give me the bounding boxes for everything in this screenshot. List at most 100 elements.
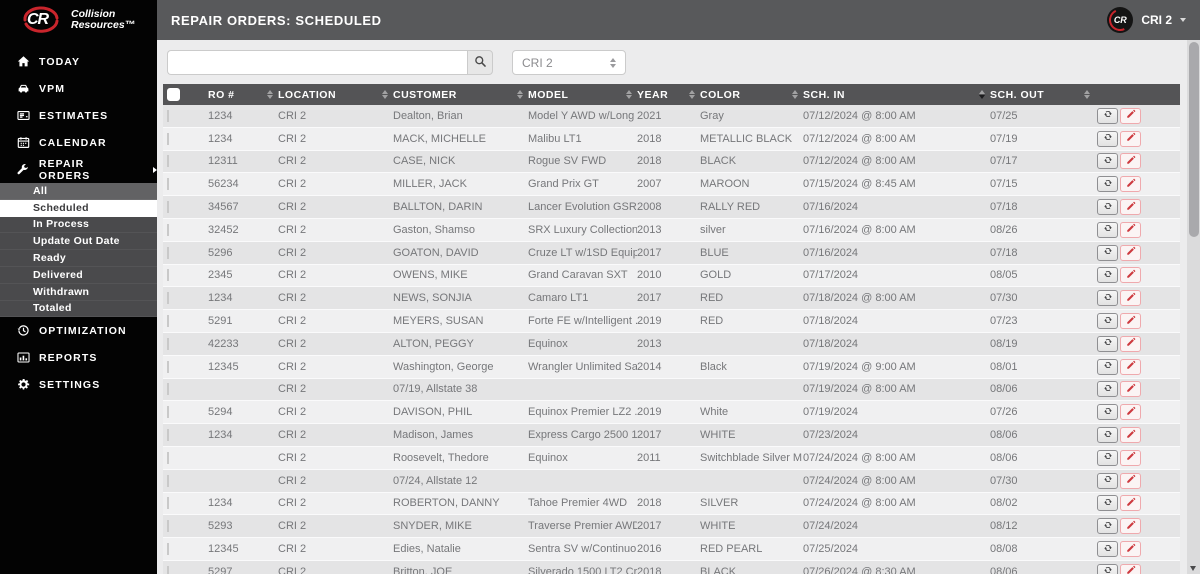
refresh-button[interactable] [1097, 176, 1118, 193]
edit-button[interactable] [1120, 449, 1141, 466]
column-header-customer[interactable]: CUSTOMER [393, 84, 528, 105]
sidebar-subitem-withdrawn[interactable]: Withdrawn [0, 284, 157, 301]
sort-icon[interactable] [792, 90, 798, 99]
column-header-year[interactable]: YEAR [637, 84, 700, 105]
scroll-down-icon[interactable] [1190, 566, 1196, 571]
row-checkbox[interactable] [167, 337, 169, 350]
search-button[interactable] [467, 50, 493, 75]
refresh-button[interactable] [1097, 107, 1118, 124]
sidebar-subitem-all[interactable]: All [0, 183, 157, 200]
row-checkbox[interactable] [167, 132, 169, 145]
row-checkbox[interactable] [167, 246, 169, 259]
avatar[interactable]: CR [1107, 7, 1134, 33]
edit-button[interactable] [1120, 404, 1141, 421]
sort-icon[interactable] [517, 90, 523, 99]
sort-icon[interactable] [626, 90, 632, 99]
edit-button[interactable] [1120, 130, 1141, 147]
sidebar-subitem-totaled[interactable]: Totaled [0, 301, 157, 318]
scrollbar-thumb[interactable] [1188, 42, 1199, 237]
row-checkbox[interactable] [167, 178, 169, 191]
edit-button[interactable] [1120, 199, 1141, 216]
row-checkbox[interactable] [167, 360, 169, 373]
refresh-button[interactable] [1097, 199, 1118, 216]
refresh-button[interactable] [1097, 495, 1118, 512]
refresh-button[interactable] [1097, 427, 1118, 444]
refresh-button[interactable] [1097, 358, 1118, 375]
column-header-location[interactable]: LOCATION [278, 84, 393, 105]
edit-button[interactable] [1120, 244, 1141, 261]
search-input[interactable] [167, 50, 467, 75]
sidebar-subitem-ready[interactable]: Ready [0, 250, 157, 267]
row-checkbox[interactable] [167, 451, 169, 464]
edit-button[interactable] [1120, 563, 1141, 574]
refresh-button[interactable] [1097, 563, 1118, 574]
row-checkbox[interactable] [167, 383, 169, 396]
edit-button[interactable] [1120, 176, 1141, 193]
sidebar-item-settings[interactable]: SETTINGS [0, 371, 157, 398]
edit-button[interactable] [1120, 358, 1141, 375]
refresh-button[interactable] [1097, 267, 1118, 284]
sidebar-subitem-scheduled[interactable]: Scheduled [0, 199, 157, 217]
sidebar-item-repair-orders[interactable]: REPAIR ORDERS [0, 156, 157, 183]
row-checkbox[interactable] [167, 406, 169, 419]
row-checkbox[interactable] [167, 315, 169, 328]
row-checkbox[interactable] [167, 474, 169, 487]
edit-button[interactable] [1120, 472, 1141, 489]
sort-icon[interactable] [979, 90, 985, 99]
edit-button[interactable] [1120, 381, 1141, 398]
sidebar-item-today[interactable]: TODAY [0, 48, 157, 75]
edit-button[interactable] [1120, 495, 1141, 512]
row-checkbox[interactable] [167, 269, 169, 282]
column-header-model[interactable]: MODEL [528, 84, 637, 105]
row-checkbox[interactable] [167, 543, 169, 556]
edit-button[interactable] [1120, 290, 1141, 307]
edit-button[interactable] [1120, 221, 1141, 238]
row-checkbox[interactable] [167, 109, 169, 122]
sort-icon[interactable] [267, 90, 273, 99]
sidebar-item-reports[interactable]: REPORTS [0, 344, 157, 371]
edit-button[interactable] [1120, 335, 1141, 352]
refresh-button[interactable] [1097, 290, 1118, 307]
row-checkbox[interactable] [167, 565, 169, 574]
column-header-sch_in[interactable]: SCH. IN [803, 84, 990, 105]
edit-button[interactable] [1120, 107, 1141, 124]
vertical-scrollbar[interactable] [1187, 40, 1200, 574]
edit-button[interactable] [1120, 313, 1141, 330]
refresh-button[interactable] [1097, 130, 1118, 147]
refresh-button[interactable] [1097, 244, 1118, 261]
row-checkbox[interactable] [167, 223, 169, 236]
row-checkbox[interactable] [167, 155, 169, 168]
sort-icon[interactable] [1084, 90, 1090, 99]
row-checkbox[interactable] [167, 429, 169, 442]
sort-icon[interactable] [382, 90, 388, 99]
refresh-button[interactable] [1097, 449, 1118, 466]
edit-button[interactable] [1120, 427, 1141, 444]
edit-button[interactable] [1120, 267, 1141, 284]
sidebar-item-calendar[interactable]: CALENDAR [0, 129, 157, 156]
sidebar-item-estimates[interactable]: ESTIMATES [0, 102, 157, 129]
refresh-button[interactable] [1097, 153, 1118, 170]
refresh-button[interactable] [1097, 404, 1118, 421]
edit-button[interactable] [1120, 518, 1141, 535]
column-header-sch_out[interactable]: SCH. OUT [990, 84, 1095, 105]
select-all-checkbox[interactable] [167, 88, 180, 101]
sidebar-item-vpm[interactable]: VPM [0, 75, 157, 102]
sidebar-subitem-in-process[interactable]: In Process [0, 217, 157, 234]
sidebar-item-optimization[interactable]: OPTIMIZATION [0, 317, 157, 344]
refresh-button[interactable] [1097, 472, 1118, 489]
refresh-button[interactable] [1097, 541, 1118, 558]
edit-button[interactable] [1120, 541, 1141, 558]
refresh-button[interactable] [1097, 518, 1118, 535]
refresh-button[interactable] [1097, 221, 1118, 238]
account-menu[interactable]: CR CRI 2 [1107, 7, 1186, 33]
location-select[interactable]: CRI 2 [512, 50, 626, 75]
column-header-ro[interactable]: RO # [208, 84, 278, 105]
row-checkbox[interactable] [167, 520, 169, 533]
row-checkbox[interactable] [167, 201, 169, 214]
sidebar-subitem-update-out-date[interactable]: Update Out Date [0, 233, 157, 251]
refresh-button[interactable] [1097, 335, 1118, 352]
sort-icon[interactable] [689, 90, 695, 99]
refresh-button[interactable] [1097, 313, 1118, 330]
edit-button[interactable] [1120, 153, 1141, 170]
refresh-button[interactable] [1097, 381, 1118, 398]
